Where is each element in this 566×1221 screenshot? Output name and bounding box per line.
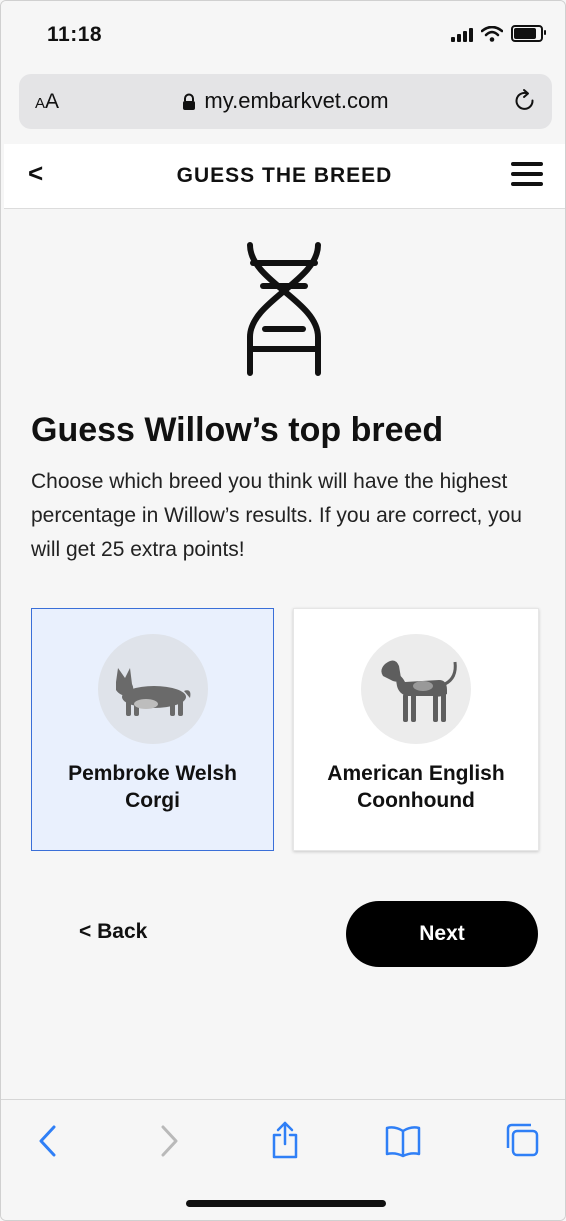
lock-icon xyxy=(183,93,196,111)
reload-icon[interactable] xyxy=(512,88,538,114)
url-text: my.embarkvet.com xyxy=(204,88,389,113)
home-indicator xyxy=(186,1200,386,1207)
address-bar[interactable]: AA my.embarkvet.com xyxy=(19,74,552,129)
battery-icon xyxy=(511,25,546,42)
breed-image-corgi xyxy=(97,634,208,744)
battery-fill xyxy=(514,28,537,39)
back-button[interactable]: < Back xyxy=(79,920,147,944)
wifi-icon xyxy=(481,25,503,42)
phone-screen: 11:18 AA my.embarkvet.com < GUESS THE BR… xyxy=(0,0,566,1221)
status-bar: 11:18 xyxy=(1,1,565,71)
tabs-icon[interactable] xyxy=(504,1122,540,1158)
dna-icon xyxy=(247,242,321,376)
status-icons xyxy=(451,25,546,42)
next-button[interactable]: Next xyxy=(346,901,538,967)
share-icon[interactable] xyxy=(270,1120,300,1160)
breed-option-coonhound[interactable]: American English Coonhound xyxy=(293,608,539,851)
bookmarks-icon[interactable] xyxy=(384,1124,422,1158)
section-heading: Guess Willow’s top breed xyxy=(31,411,444,449)
status-time: 11:18 xyxy=(47,23,103,46)
page-title: GUESS THE BREED xyxy=(176,164,393,187)
cellular-signal-icon xyxy=(451,26,473,42)
site-header: < GUESS THE BREED xyxy=(4,144,565,209)
browser-back-icon[interactable] xyxy=(37,1124,59,1158)
browser-forward-icon[interactable] xyxy=(158,1124,180,1158)
breed-name-coonhound: American English Coonhound xyxy=(327,762,505,812)
corgi-illustration xyxy=(115,668,190,716)
breed-name-corgi: Pembroke Welsh Corgi xyxy=(68,762,237,812)
section-description: Choose which breed you think will have t… xyxy=(31,470,522,561)
coonhound-illustration xyxy=(381,660,457,722)
url-field[interactable]: my.embarkvet.com xyxy=(19,88,552,114)
breed-option-corgi[interactable]: Pembroke Welsh Corgi xyxy=(31,608,274,851)
hamburger-menu-icon[interactable] xyxy=(511,162,543,186)
breed-image-coonhound xyxy=(361,634,471,744)
